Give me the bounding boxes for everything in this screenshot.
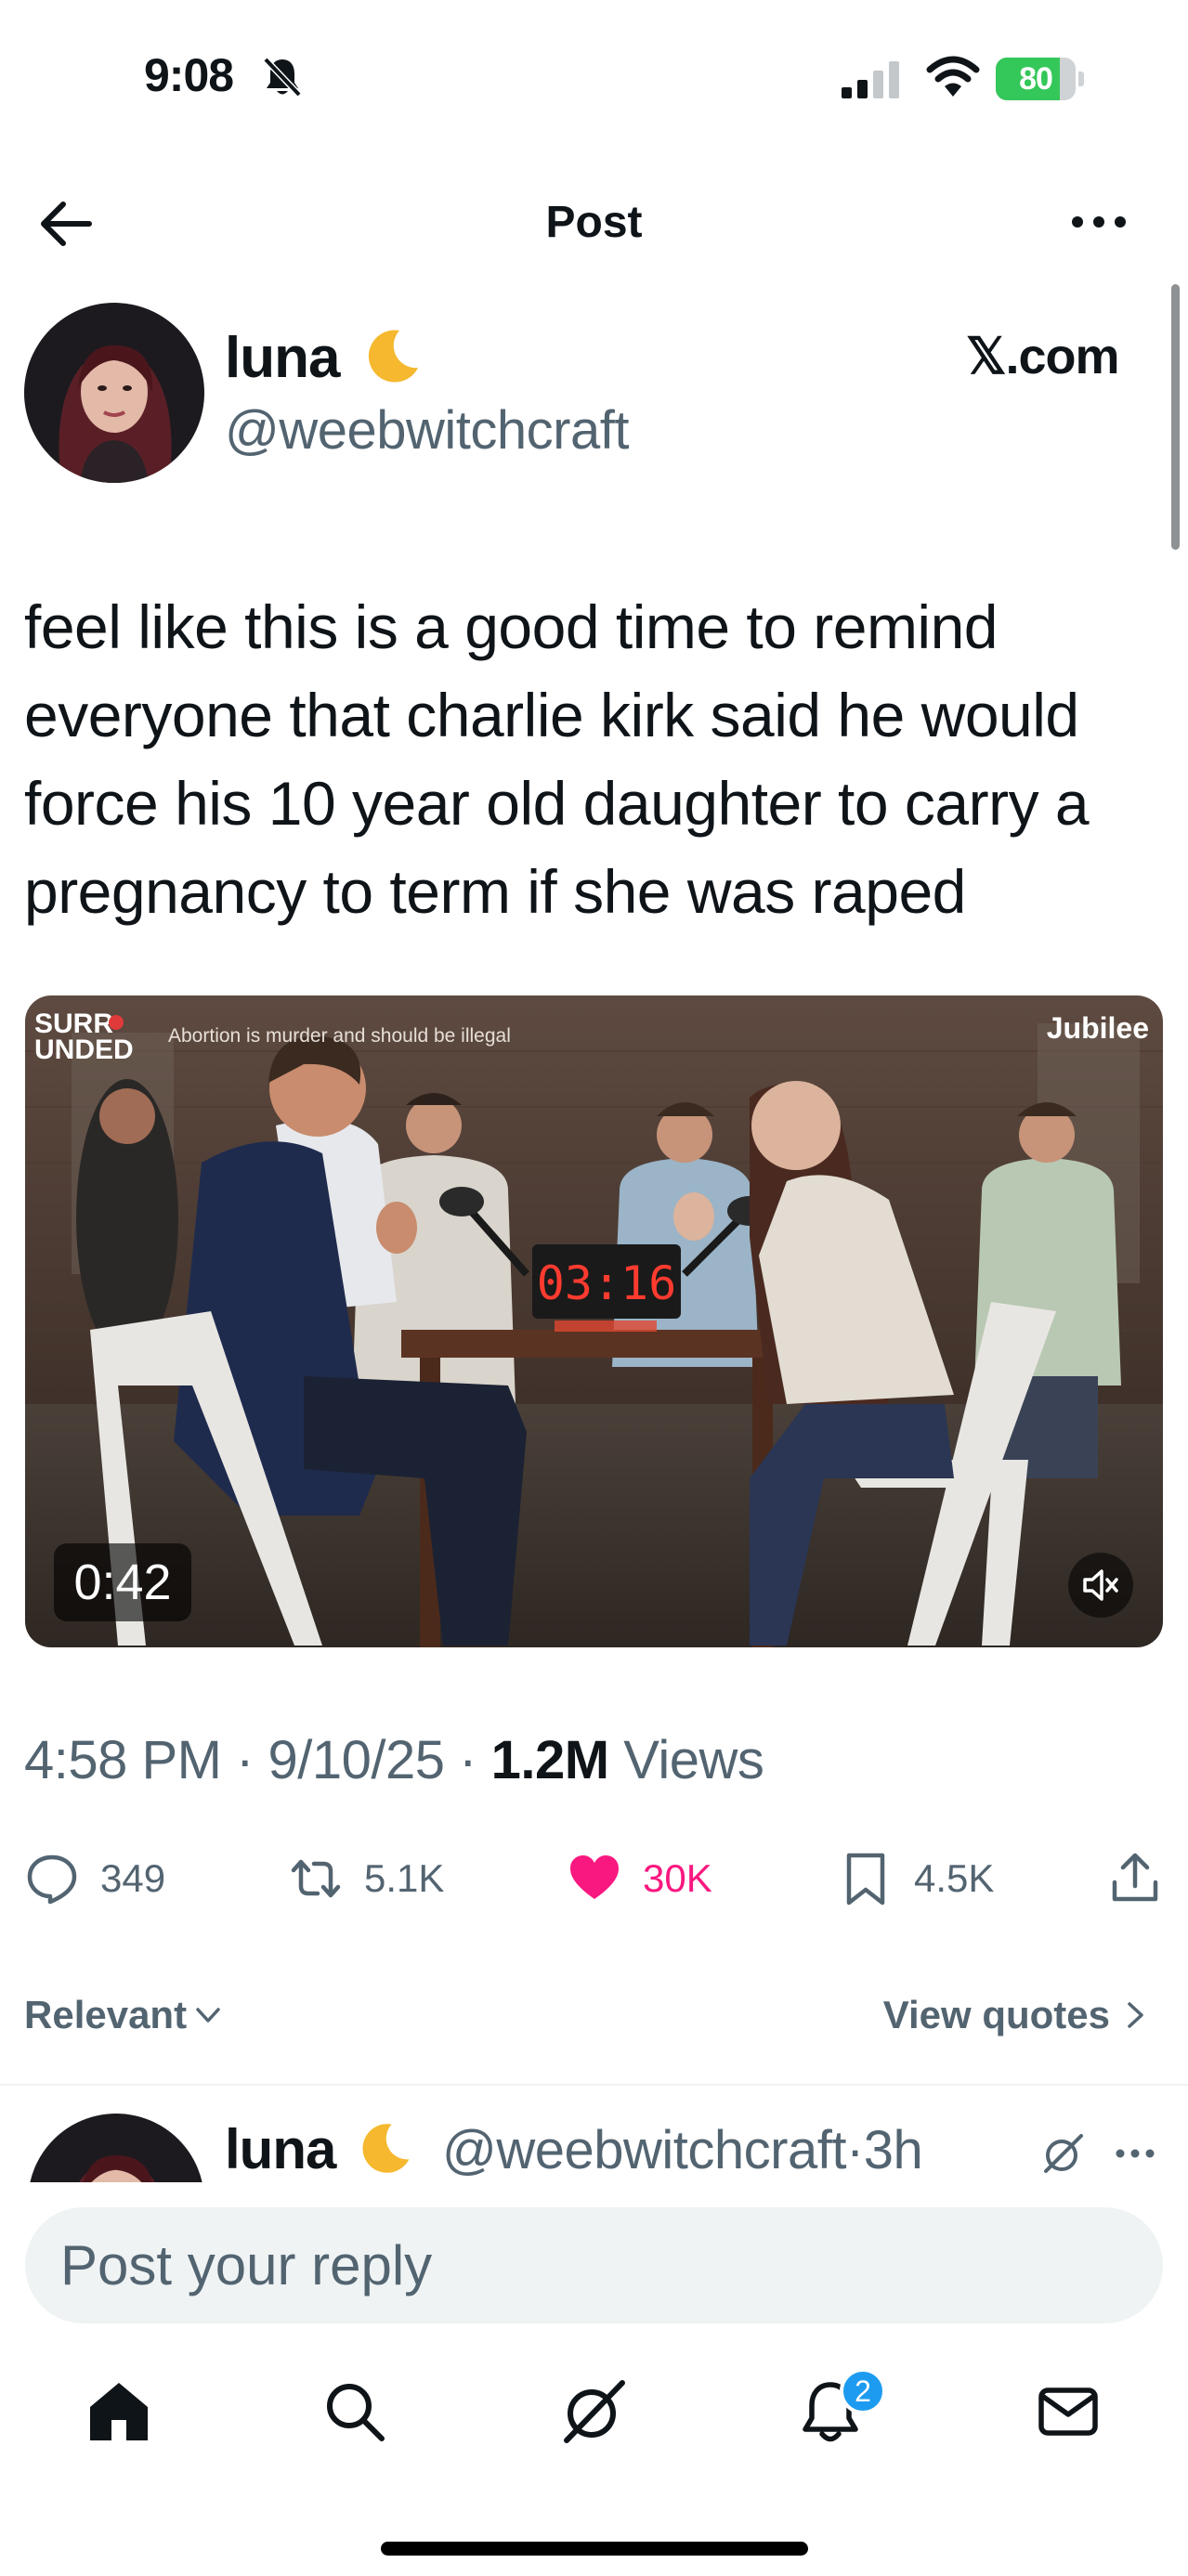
heart-filled-icon: [570, 1855, 619, 1899]
view-quotes-label: View quotes: [882, 1993, 1110, 2036]
author-handle[interactable]: @weebwitchcraft: [225, 399, 629, 462]
show-logo-line2: UNDED: [34, 1034, 134, 1065]
scroll-indicator[interactable]: [1171, 284, 1180, 550]
post-text: feel like this is a good time to remind …: [24, 592, 1090, 926]
sort-dropdown[interactable]: Relevant: [24, 1993, 224, 2037]
reply-preview[interactable]: luna @weebwitchcraft·3h: [0, 2086, 1188, 2182]
sort-label: Relevant: [24, 1993, 188, 2036]
nav-grok[interactable]: [559, 2377, 628, 2446]
post-meta: 4:58 PM · 9/10/25 · 1.2M Views: [24, 1730, 764, 1790]
nav-home[interactable]: [85, 2377, 153, 2446]
reply-author-name[interactable]: luna: [225, 2117, 336, 2181]
mute-button[interactable]: [1068, 1553, 1133, 1618]
home-icon: [90, 2383, 148, 2440]
post-date: 9/10/25: [268, 1730, 446, 1790]
bookmark-button[interactable]: 4.5K: [838, 1848, 994, 1909]
notifications-badge: 2: [840, 2368, 886, 2414]
reply-count: 349: [100, 1856, 166, 1900]
chevron-down-icon: [196, 2008, 220, 2023]
source-label: 𝕏.com: [966, 329, 1120, 384]
like-count: 30K: [643, 1856, 712, 1900]
repost-icon: [291, 1859, 341, 1898]
share-button[interactable]: [1107, 1848, 1163, 1909]
views-count: 1.2M: [490, 1730, 609, 1790]
brand-watermark: Jubilee: [1047, 1011, 1149, 1045]
bell-slash-icon: [263, 57, 302, 98]
reply-button[interactable]: 349: [24, 1848, 165, 1909]
repost-button[interactable]: 5.1K: [288, 1848, 444, 1909]
reply-input[interactable]: [25, 2207, 1163, 2323]
debate-timer: 03:16: [537, 1256, 677, 1310]
status-time: 9:08: [144, 49, 234, 101]
grok-icon: [564, 2380, 625, 2443]
home-indicator[interactable]: [381, 2542, 808, 2556]
envelope-icon: [1038, 2387, 1098, 2436]
grok-icon[interactable]: [1042, 2132, 1085, 2175]
views-label: Views: [623, 1730, 764, 1790]
cellular-signal-icon: [842, 61, 899, 98]
bookmark-icon: [846, 1853, 885, 1906]
crescent-moon-icon: [368, 330, 418, 383]
view-quotes-link[interactable]: View quotes: [883, 1993, 1151, 2037]
author-name[interactable]: luna: [225, 325, 340, 391]
like-button[interactable]: 30K: [567, 1848, 712, 1909]
reply-more-icon[interactable]: [1115, 2147, 1155, 2160]
reply-handle-time[interactable]: @weebwitchcraft·3h: [442, 2119, 923, 2181]
crescent-moon-icon: [362, 2124, 410, 2173]
search-icon: [327, 2384, 385, 2441]
battery-nub: [1078, 72, 1084, 86]
page-title: Post: [545, 198, 643, 247]
repost-count: 5.1K: [364, 1856, 445, 1900]
wifi-icon: [926, 56, 980, 97]
post-video[interactable]: 03:16 SURR UNDED Abortion is murder and …: [25, 995, 1163, 1647]
more-options-icon[interactable]: [1070, 210, 1128, 234]
post-time: 4:58 PM: [24, 1730, 222, 1790]
battery-percentage: 80: [1019, 61, 1053, 97]
reply-avatar[interactable]: [28, 2114, 204, 2182]
debate-topic: Abortion is murder and should be illegal: [168, 1025, 511, 1047]
chevron-right-icon: [1128, 2002, 1143, 2028]
nav-search[interactable]: [320, 2377, 389, 2446]
nav-messages[interactable]: [1034, 2377, 1103, 2446]
video-duration: 0:42: [54, 1543, 191, 1621]
bookmark-count: 4.5K: [914, 1856, 995, 1900]
battery-indicator: 80: [996, 58, 1085, 100]
comment-icon: [27, 1854, 77, 1905]
share-upload-icon: [1112, 1853, 1158, 1902]
speaker-muted-icon: [1083, 1569, 1118, 1601]
author-avatar[interactable]: [24, 303, 204, 483]
